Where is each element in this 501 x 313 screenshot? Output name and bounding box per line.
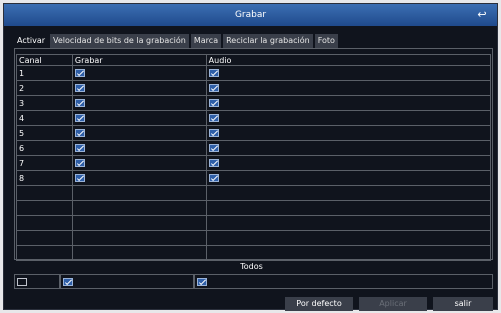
table-row: 3	[16, 95, 492, 111]
todos-audio-cell	[194, 274, 493, 289]
empty-cell	[205, 245, 492, 261]
channel-number: 6	[16, 140, 73, 156]
todos-audio-checkbox[interactable]	[197, 277, 207, 286]
channel-number: 7	[16, 155, 73, 171]
todos-grabar-cell	[60, 274, 194, 289]
apply-button[interactable]: Aplicar	[359, 297, 427, 311]
tab-activar[interactable]: Activar	[14, 34, 48, 48]
grabar-checkbox[interactable]	[74, 144, 85, 152]
header-canal: Canal	[16, 54, 73, 66]
empty-cell	[205, 215, 492, 231]
tab-reciclar[interactable]: Reciclar la grabación	[223, 34, 313, 48]
grabar-checkbox[interactable]	[74, 99, 85, 107]
title-bar: Grabar ↩	[4, 4, 497, 26]
empty-cell	[71, 200, 207, 216]
window-title: Grabar	[234, 10, 267, 20]
grabar-checkbox[interactable]	[74, 174, 85, 182]
audio-checkbox[interactable]	[208, 99, 219, 107]
grabar-cell	[71, 170, 207, 186]
grabar-checkbox[interactable]	[74, 159, 85, 167]
empty-row	[16, 215, 492, 231]
audio-checkbox[interactable]	[208, 69, 219, 77]
grabar-checkbox[interactable]	[74, 69, 85, 77]
grabar-cell	[71, 65, 207, 81]
empty-cell	[71, 185, 207, 201]
table-row: 1	[16, 65, 492, 81]
tab-foto[interactable]: Foto	[314, 34, 338, 48]
channel-number: 2	[16, 80, 73, 96]
empty-row	[16, 185, 492, 201]
empty-row	[16, 200, 492, 216]
table-row: 5	[16, 125, 492, 141]
tab-marca[interactable]: Marca	[190, 34, 222, 48]
todos-grabar-checkbox[interactable]	[63, 277, 73, 286]
audio-checkbox[interactable]	[208, 174, 219, 182]
table-row: 7	[16, 155, 492, 171]
audio-cell	[205, 140, 492, 156]
exit-button[interactable]: salir	[433, 297, 493, 311]
empty-cell	[16, 185, 73, 201]
empty-row	[16, 245, 492, 261]
grabar-checkbox[interactable]	[74, 114, 85, 122]
tab-bitrate[interactable]: Velocidad de bits de la grabación	[50, 34, 189, 48]
empty-cell	[16, 200, 73, 216]
tab-bar: Activar Velocidad de bits de la grabació…	[14, 34, 338, 48]
audio-checkbox[interactable]	[208, 159, 219, 167]
grabar-checkbox[interactable]	[74, 129, 85, 137]
todos-label: Todos	[240, 262, 263, 271]
audio-checkbox[interactable]	[208, 114, 219, 122]
empty-cell	[16, 230, 73, 246]
audio-cell	[205, 80, 492, 96]
audio-cell	[205, 170, 492, 186]
grabar-cell	[71, 95, 207, 111]
table-row: 2	[16, 80, 492, 96]
grabar-cell	[71, 125, 207, 141]
channel-number: 8	[16, 170, 73, 186]
todos-canal-cell	[14, 274, 60, 289]
audio-checkbox[interactable]	[208, 144, 219, 152]
empty-cell	[71, 245, 207, 261]
grabar-checkbox[interactable]	[74, 84, 85, 92]
audio-cell	[205, 95, 492, 111]
audio-cell	[205, 155, 492, 171]
audio-cell	[205, 125, 492, 141]
channel-table: Canal Grabar Audio 12345678	[16, 54, 492, 261]
grabar-cell	[71, 80, 207, 96]
channel-number: 4	[16, 110, 73, 126]
todos-row	[14, 274, 493, 289]
grabar-cell	[71, 155, 207, 171]
table-header-row: Canal Grabar Audio	[16, 54, 492, 66]
empty-cell	[205, 200, 492, 216]
empty-cell	[71, 230, 207, 246]
table-row: 6	[16, 140, 492, 156]
audio-cell	[205, 110, 492, 126]
header-audio: Audio	[205, 54, 492, 66]
return-icon[interactable]: ↩	[475, 9, 489, 21]
table-row: 8	[16, 170, 492, 186]
empty-cell	[16, 245, 73, 261]
audio-cell	[205, 65, 492, 81]
channel-number: 5	[16, 125, 73, 141]
default-button[interactable]: Por defecto	[285, 297, 353, 311]
empty-cell	[205, 230, 492, 246]
grabar-cell	[71, 110, 207, 126]
channel-panel: Canal Grabar Audio 12345678	[14, 48, 493, 261]
empty-cell	[16, 215, 73, 231]
table-row: 4	[16, 110, 492, 126]
empty-cell	[205, 185, 492, 201]
channel-number: 1	[16, 65, 73, 81]
audio-checkbox[interactable]	[208, 129, 219, 137]
record-settings-window: Grabar ↩ Activar Velocidad de bits de la…	[3, 3, 498, 311]
empty-row	[16, 230, 492, 246]
header-grabar: Grabar	[71, 54, 207, 66]
grabar-cell	[71, 140, 207, 156]
todos-canal-checkbox[interactable]	[17, 277, 27, 286]
channel-number: 3	[16, 95, 73, 111]
empty-cell	[71, 215, 207, 231]
audio-checkbox[interactable]	[208, 84, 219, 92]
